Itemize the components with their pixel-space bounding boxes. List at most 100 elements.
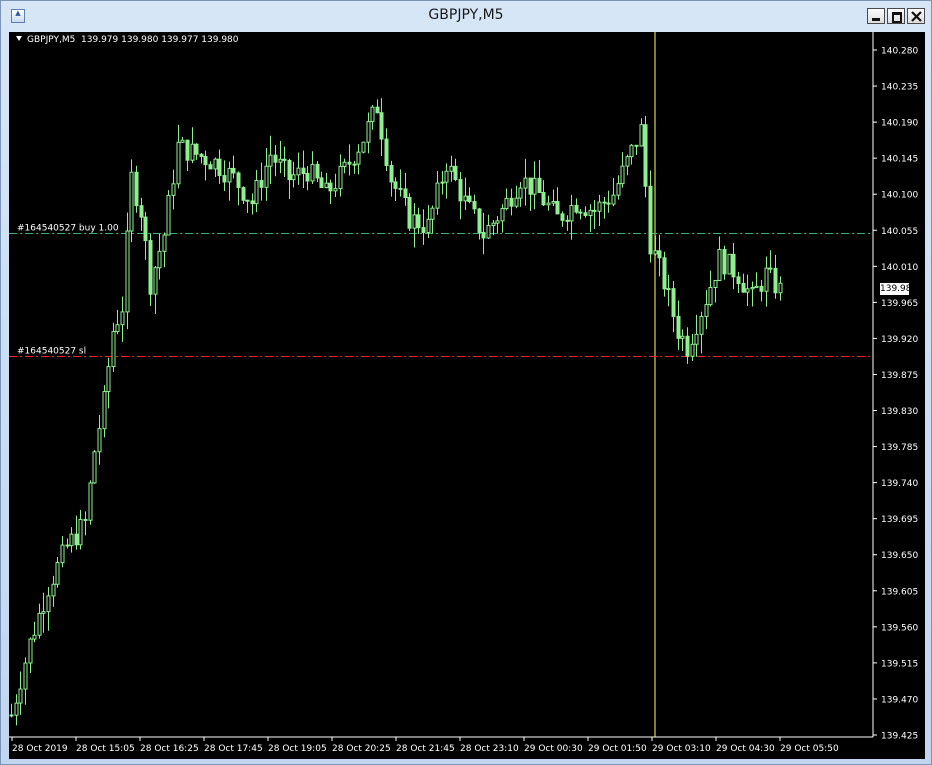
- candle-body-bear: [671, 288, 676, 317]
- candle-body-bull: [717, 248, 722, 281]
- candle-body-bull: [699, 315, 704, 335]
- candle-body-bull: [653, 250, 658, 255]
- candle-body-bear: [602, 201, 607, 204]
- candle-body-bull: [268, 154, 273, 167]
- y-tick-label: 139.650: [881, 551, 918, 561]
- candle-body-bear: [148, 240, 153, 295]
- candle-body-bear: [194, 143, 199, 155]
- candle-body-bull: [180, 139, 185, 143]
- candle-body-bear: [389, 164, 394, 183]
- candle-body-bear: [231, 167, 236, 174]
- candle-body-bear: [555, 200, 560, 215]
- y-tick-label: 140.100: [881, 191, 918, 201]
- candle-body-bull: [532, 177, 537, 195]
- ohlc-values: 139.979 139.980 139.977 139.980: [81, 35, 239, 45]
- candle-body-bear: [185, 139, 190, 161]
- candle-body-bull: [254, 179, 259, 205]
- dropdown-triangle-icon[interactable]: [16, 36, 22, 41]
- candle-body-bear: [236, 172, 241, 189]
- candle-body-bull: [28, 638, 33, 664]
- candle-body-bear: [634, 144, 639, 147]
- candle-body-bull: [616, 183, 621, 196]
- candle-body-bull: [296, 167, 301, 176]
- y-tick-label: 139.470: [881, 695, 918, 705]
- candle-body-bear: [83, 518, 88, 521]
- candle-body-bull: [102, 391, 107, 430]
- candle-body-bear: [560, 213, 565, 221]
- candle-body-bull: [352, 163, 357, 166]
- candle-body-bull: [324, 182, 329, 189]
- candle-body-bear: [722, 248, 727, 275]
- candle-body-bull: [106, 366, 111, 393]
- y-tick-label: 139.785: [881, 443, 918, 453]
- candle-body-bull: [754, 285, 759, 289]
- candle-body-bull: [597, 201, 602, 212]
- candle-body-bear: [259, 179, 264, 188]
- x-tick-label: 28 Oct 23:10: [460, 744, 519, 754]
- y-tick-label: 139.515: [881, 659, 918, 669]
- candle-body-bear: [305, 173, 310, 182]
- title-bar[interactable]: ▲ GBPJPY,M5: [1, 1, 931, 32]
- candle-body-bull: [412, 214, 417, 229]
- y-tick-label: 139.875: [881, 371, 918, 381]
- candle-body-bull: [778, 282, 783, 294]
- candle-body-bear: [139, 205, 144, 218]
- candle-body-bear: [403, 188, 408, 199]
- y-tick-label: 139.425: [881, 732, 918, 742]
- candle-body-bull: [88, 482, 93, 521]
- candle-body-bear: [643, 124, 648, 187]
- candle-body-bull: [18, 688, 23, 704]
- candle-body-bull: [625, 156, 630, 167]
- candle-body-bull: [551, 200, 556, 204]
- candle-body-bull: [463, 195, 468, 202]
- candle-body-bull: [449, 165, 454, 172]
- candle-body-bull: [69, 533, 74, 547]
- candle-body-bull: [430, 207, 435, 220]
- x-tick-label: 28 Oct 19:05: [268, 744, 327, 754]
- candle-body-bull: [750, 287, 755, 290]
- candle-body-bull: [435, 182, 440, 209]
- candle-body-bear: [676, 315, 681, 339]
- candle-body-bull: [51, 583, 56, 597]
- buy-order-label: #164540527 buy 1.00: [17, 224, 119, 234]
- y-tick-label: 139.560: [881, 623, 918, 633]
- candle-body-bull: [125, 230, 130, 313]
- candle-body-bull: [166, 194, 171, 236]
- minimize-button[interactable]: [867, 8, 885, 24]
- candle-body-bull: [264, 165, 269, 188]
- candlestick-chart[interactable]: 140.280 140.235 140.190 140.145 140.100 140.0…: [9, 32, 925, 759]
- candle-body-bear: [731, 253, 736, 278]
- candle-body-bull: [92, 451, 97, 484]
- x-tick-label: 29 Oct 03:10: [652, 744, 711, 754]
- candle-body-bear: [565, 219, 570, 222]
- candle-body-bear: [134, 171, 139, 207]
- candle-body-bull: [514, 197, 519, 207]
- candle-body-bear: [472, 200, 477, 210]
- candle-body-bear: [759, 285, 764, 292]
- candle-body-bull: [727, 253, 732, 275]
- candle-body-bull: [588, 209, 593, 217]
- maximize-button[interactable]: [887, 8, 905, 24]
- candle-body-bear: [736, 276, 741, 284]
- candle-body-bear: [199, 153, 204, 157]
- candle-body-bull: [46, 595, 51, 613]
- candle-body-bull: [129, 171, 134, 232]
- candle-body-bear: [379, 112, 384, 140]
- x-tick-label: 29 Oct 00:30: [524, 744, 583, 754]
- candle-body-bear: [592, 209, 597, 212]
- symbol-label: GBPJPY,M5: [27, 35, 76, 45]
- candle-body-bear: [393, 181, 398, 189]
- close-button[interactable]: [907, 8, 925, 24]
- x-tick-label: 29 Oct 04:30: [716, 744, 775, 754]
- candle-body-bull: [97, 428, 102, 453]
- candle-body-bear: [241, 187, 246, 201]
- candle-body-bull: [213, 158, 218, 170]
- candle-body-bear: [301, 167, 306, 175]
- symbol-info: GBPJPY,M5 139.979 139.980 139.977 139.98…: [16, 35, 239, 45]
- x-tick-label: 28 Oct 17:45: [204, 744, 263, 754]
- candle-body-bull: [356, 151, 361, 165]
- candle-body-bull: [41, 611, 46, 614]
- candle-body-bull: [523, 177, 528, 189]
- candle-body-bear: [273, 154, 278, 163]
- price-chart[interactable]: 140.280 140.235 140.190 140.145 140.100 140.0…: [9, 32, 925, 759]
